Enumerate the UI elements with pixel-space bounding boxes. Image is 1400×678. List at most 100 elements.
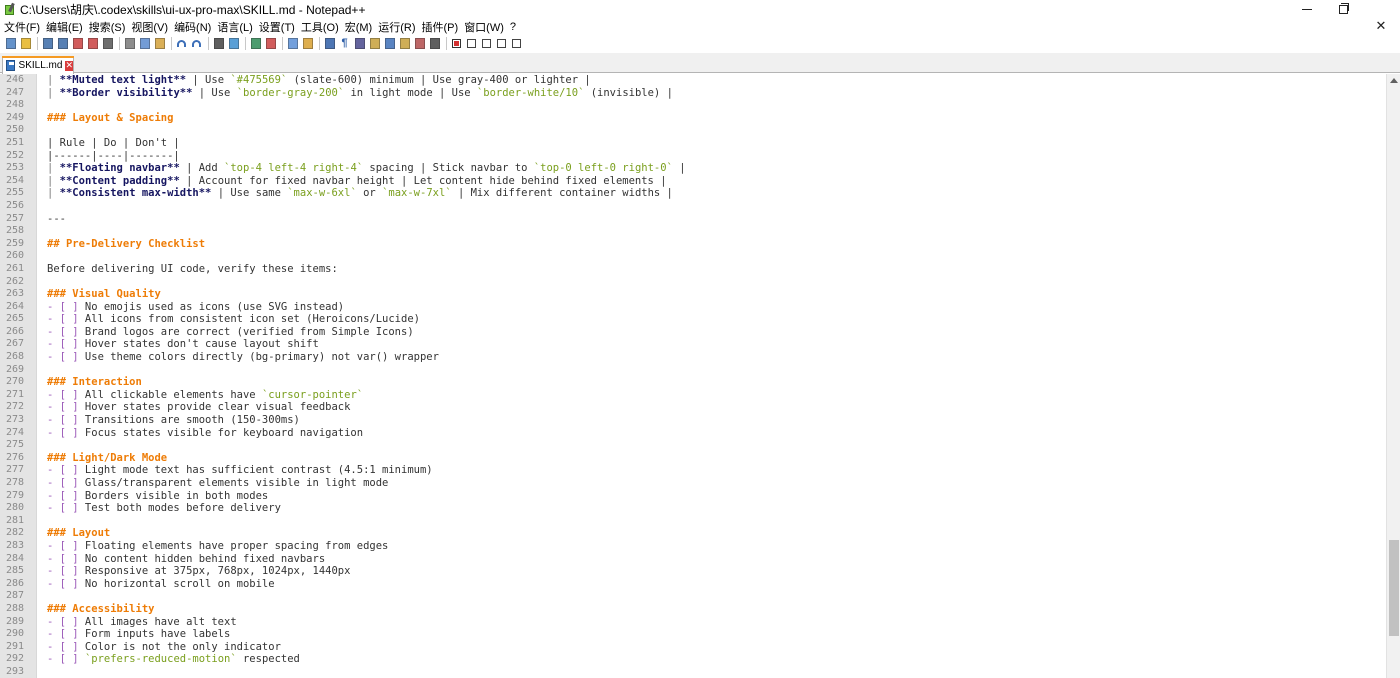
maximize-button[interactable] [1320,0,1366,19]
menu-item[interactable]: 宏(M) [345,19,373,35]
sync-horizontal-icon[interactable] [301,37,314,50]
menu-item[interactable]: 搜索(S) [89,19,126,35]
save-icon[interactable] [41,37,54,50]
code-line[interactable]: 249 ### Layout & Spacing [0,112,1386,125]
code-line[interactable]: 279 - [ ] Borders visible in both modes [0,490,1386,503]
code-line[interactable]: 254 | **Content padding** | Account for f… [0,175,1386,188]
menu-item[interactable]: 语言(L) [217,19,252,35]
code-line[interactable]: 248 [0,99,1386,112]
stop-macro-icon[interactable] [465,37,478,50]
code-line[interactable]: 268 - [ ] Use theme colors directly (bg-p… [0,351,1386,364]
code-line[interactable]: 263 ### Visual Quality [0,288,1386,301]
code-line[interactable]: 284 - [ ] No content hidden behind fixed … [0,553,1386,566]
editor-area[interactable]: 246 | **Muted text light** | Use `#475569… [0,74,1386,678]
scrollbar-thumb[interactable] [1389,540,1399,636]
code-line[interactable]: 289 - [ ] All images have alt text [0,616,1386,629]
tab-skill-md[interactable]: SKILL.md ✕ [2,56,74,74]
folder-workspace-icon[interactable] [413,37,426,50]
code-line[interactable]: 278 - [ ] Glass/transparent elements visi… [0,477,1386,490]
menu-item[interactable]: 工具(O) [301,19,339,35]
open-file-icon[interactable] [19,37,32,50]
redo-icon[interactable] [190,37,203,50]
code-line[interactable]: 270 ### Interaction [0,376,1386,389]
menu-item[interactable]: 编辑(E) [46,19,83,35]
menu-item[interactable]: 编码(N) [174,19,211,35]
code-line[interactable]: 281 [0,515,1386,528]
code-line[interactable]: 275 [0,439,1386,452]
code-line[interactable]: 246 | **Muted text light** | Use `#475569… [0,74,1386,87]
code-line[interactable]: 272 - [ ] Hover states provide clear visu… [0,401,1386,414]
code-line[interactable]: 251 | Rule | Do | Don't | [0,137,1386,150]
code-line[interactable]: 253 | **Floating navbar** | Add `top-4 le… [0,162,1386,175]
replace-icon[interactable] [227,37,240,50]
code-line[interactable]: 285 - [ ] Responsive at 375px, 768px, 102… [0,565,1386,578]
code-line[interactable]: 264 - [ ] No emojis used as icons (use SV… [0,301,1386,314]
code-line[interactable]: 292 - [ ] `prefers-reduced-motion` respec… [0,653,1386,666]
menu-item[interactable]: 设置(T) [259,19,295,35]
undo-icon[interactable] [175,37,188,50]
sync-vertical-icon[interactable] [286,37,299,50]
paste-icon[interactable] [153,37,166,50]
play-macro-icon[interactable] [480,37,493,50]
show-all-chars-icon[interactable]: ¶ [338,37,351,50]
code-line[interactable]: 276 ### Light/Dark Mode [0,452,1386,465]
tab-close-icon[interactable]: ✕ [65,60,73,71]
code-line[interactable]: 259 ## Pre-Delivery Checklist [0,238,1386,251]
record-macro-icon[interactable] [450,37,463,50]
menu-item[interactable]: 窗口(W) [464,19,504,35]
close-window-button[interactable]: ✕ [1362,16,1400,36]
print-icon[interactable] [101,37,114,50]
code-line[interactable]: 286 - [ ] No horizontal scroll on mobile [0,578,1386,591]
code-line[interactable]: 260 [0,250,1386,263]
code-line[interactable]: 293 [0,666,1386,678]
copy-icon[interactable] [138,37,151,50]
run-macro-multiple-icon[interactable] [495,37,508,50]
close-icon[interactable] [71,37,84,50]
code-line[interactable]: 291 - [ ] Color is not the only indicator [0,641,1386,654]
code-line[interactable]: 258 [0,225,1386,238]
function-list-icon[interactable] [398,37,411,50]
zoom-out-icon[interactable] [264,37,277,50]
code-line[interactable]: 255 | **Consistent max-width** | Use same… [0,187,1386,200]
code-line[interactable]: 288 ### Accessibility [0,603,1386,616]
code-line[interactable]: 256 [0,200,1386,213]
zoom-in-icon[interactable] [249,37,262,50]
doc-map-icon[interactable] [383,37,396,50]
code-line[interactable]: 283 - [ ] Floating elements have proper s… [0,540,1386,553]
close-all-icon[interactable] [86,37,99,50]
code-line[interactable]: 252 |------|----|-------| [0,150,1386,163]
code-line[interactable]: 280 - [ ] Test both modes before delivery [0,502,1386,515]
code-line[interactable]: 282 ### Layout [0,527,1386,540]
code-line[interactable]: 273 - [ ] Transitions are smooth (150-300… [0,414,1386,427]
code-line[interactable]: 262 [0,276,1386,289]
code-line[interactable]: 250 [0,124,1386,137]
code-line[interactable]: 265 - [ ] All icons from consistent icon … [0,313,1386,326]
menu-item[interactable]: 视图(V) [131,19,168,35]
code-line[interactable]: 274 - [ ] Focus states visible for keyboa… [0,427,1386,440]
monitoring-icon[interactable] [428,37,441,50]
new-file-icon[interactable] [4,37,17,50]
code-line[interactable]: 247 | **Border visibility** | Use `border… [0,87,1386,100]
code-line[interactable]: 266 - [ ] Brand logos are correct (verifi… [0,326,1386,339]
code-line[interactable]: 267 - [ ] Hover states don't cause layout… [0,338,1386,351]
code-line[interactable]: 277 - [ ] Light mode text has sufficient … [0,464,1386,477]
indent-guide-icon[interactable] [353,37,366,50]
vertical-scrollbar[interactable] [1386,74,1400,678]
cut-icon[interactable] [123,37,136,50]
menu-item[interactable]: 运行(R) [378,19,415,35]
menu-item[interactable]: 插件(P) [422,19,459,35]
menu-item[interactable]: ? [510,21,516,33]
code-line[interactable]: 290 - [ ] Form inputs have labels [0,628,1386,641]
menu-item[interactable]: 文件(F) [4,19,40,35]
save-macro-icon[interactable] [510,37,523,50]
code-line[interactable]: 261 Before delivering UI code, verify the… [0,263,1386,276]
find-icon[interactable] [212,37,225,50]
code-line[interactable]: 269 [0,364,1386,377]
code-line[interactable]: 271 - [ ] All clickable elements have `cu… [0,389,1386,402]
code-line[interactable]: 287 [0,590,1386,603]
code-line[interactable]: 257 --- [0,213,1386,226]
word-wrap-icon[interactable] [323,37,336,50]
scroll-up-arrow-icon[interactable] [1390,78,1398,83]
save-all-icon[interactable] [56,37,69,50]
udl-icon[interactable] [368,37,381,50]
